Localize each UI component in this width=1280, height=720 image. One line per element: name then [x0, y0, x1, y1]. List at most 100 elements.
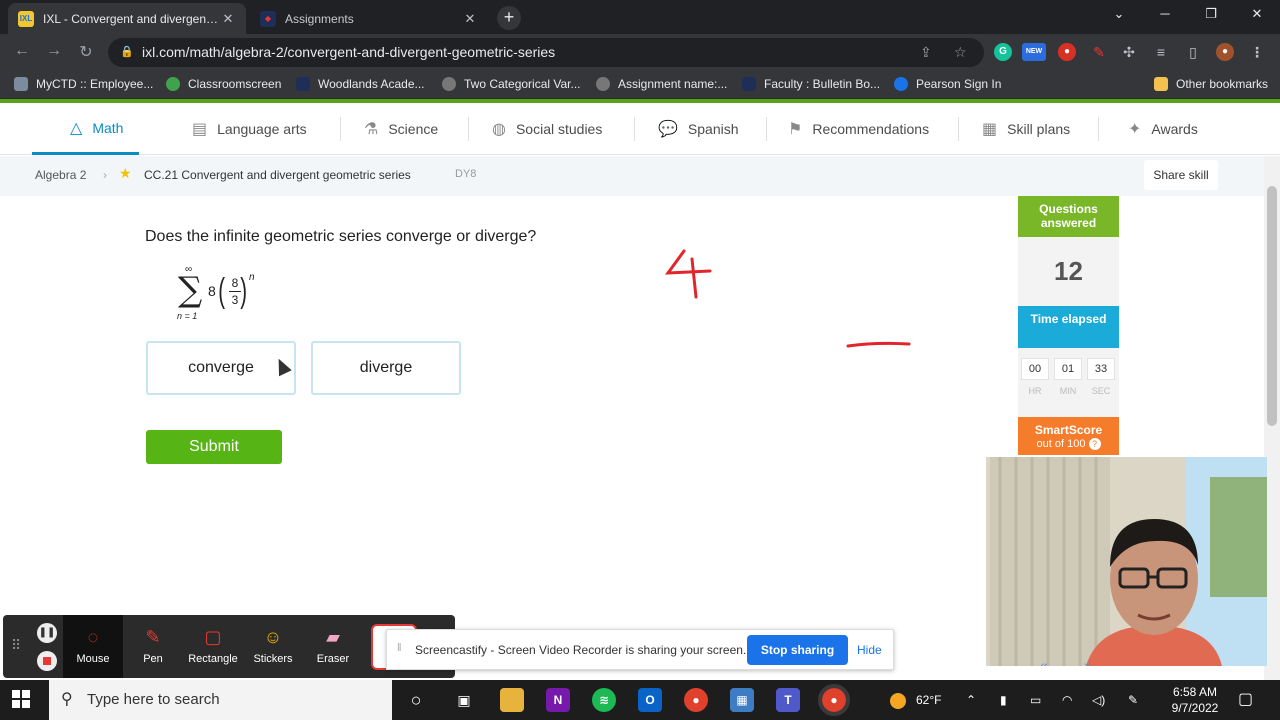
diverge-button[interactable]: diverge: [311, 341, 461, 395]
tab-search-icon[interactable]: ⌄: [1104, 6, 1134, 22]
rectangle-tool[interactable]: ▢ Rectangle: [183, 615, 243, 678]
questions-answered-label: Questions answered: [1018, 196, 1119, 237]
grammarly-icon[interactable]: G: [994, 43, 1012, 61]
bookmark-item[interactable]: MyCTD :: Employee...: [14, 77, 153, 91]
drag-grip-icon[interactable]: ‖: [397, 642, 402, 654]
bookmark-star-icon[interactable]: ☆: [954, 38, 967, 67]
wifi-icon[interactable]: ◠: [1062, 680, 1072, 720]
share-skill-button[interactable]: Share skill: [1144, 160, 1218, 190]
task-view-icon[interactable]: ▣: [452, 688, 476, 712]
puzzle-icon[interactable]: ✣: [1120, 43, 1138, 61]
breadcrumb-course[interactable]: Algebra 2: [35, 168, 86, 182]
tab-awards[interactable]: ✦ Awards: [1128, 103, 1198, 155]
lower-limit: n = 1: [177, 311, 198, 321]
taskbar-clock[interactable]: 6:58 AM 9/7/2022: [1160, 684, 1230, 716]
pen-extension-icon[interactable]: ✎: [1090, 43, 1108, 61]
scrollbar-thumb[interactable]: [1267, 186, 1277, 426]
record-extension-icon[interactable]: ●: [1058, 43, 1076, 61]
fraction-bar: [229, 291, 241, 292]
side-panel-icon[interactable]: ▯: [1184, 43, 1202, 61]
pause-icon[interactable]: ❚❚: [37, 623, 57, 643]
timer-unit-min: MIN: [1059, 386, 1077, 396]
reload-icon[interactable]: ↻: [74, 42, 98, 62]
onenote-icon[interactable]: N: [546, 688, 570, 712]
tab-spanish[interactable]: 💬 Spanish: [658, 103, 739, 155]
microphone-icon[interactable]: ▮: [1000, 680, 1007, 720]
tab-recommendations[interactable]: ⚑ Recommendations: [788, 103, 929, 155]
spotify-icon[interactable]: ≋: [592, 688, 616, 712]
tab-science[interactable]: ⚗ Science: [364, 103, 438, 155]
tab-language-arts[interactable]: ▤ Language arts: [192, 103, 307, 155]
breadcrumb: Algebra 2 › ★ CC.21 Convergent and diver…: [0, 156, 1264, 196]
eraser-tool[interactable]: ▰ Eraser: [303, 615, 363, 678]
tab-social-studies[interactable]: ◍ Social studies: [492, 103, 602, 155]
timer-unit-sec: SEC: [1091, 386, 1111, 396]
close-icon[interactable]: ✕: [462, 11, 478, 27]
back-icon[interactable]: ←: [10, 42, 34, 60]
timer: 00 01 33 HR MIN SEC: [1018, 348, 1119, 417]
stop-recording-button[interactable]: [37, 651, 57, 671]
tab-skill-plans[interactable]: ▦ Skill plans: [982, 103, 1070, 155]
windows-start-icon[interactable]: [12, 690, 32, 710]
chevron-up-icon[interactable]: ⌃: [966, 680, 976, 720]
folder-icon: [1154, 77, 1168, 91]
pen-tool[interactable]: ✎ Pen: [123, 615, 183, 678]
submit-button[interactable]: Submit: [146, 430, 282, 464]
file-explorer-icon[interactable]: [500, 688, 524, 712]
bookmark-favicon-icon: [894, 77, 908, 91]
bookmark-item[interactable]: Classroomscreen: [166, 77, 281, 91]
address-bar[interactable]: 🔒 ixl.com/math/algebra-2/convergent-and-…: [108, 38, 984, 67]
cortana-icon[interactable]: ○: [404, 688, 428, 712]
expand-right-icon[interactable]: »: [1084, 657, 1092, 666]
hide-link[interactable]: Hide: [857, 643, 882, 657]
windows-taskbar: ⚲ Type here to search ○ ▣ N ≋ O ● ▦ T ● …: [0, 680, 1280, 720]
other-bookmarks[interactable]: Other bookmarks: [1154, 77, 1268, 91]
smartscore-header: SmartScore out of 100 ?: [1018, 417, 1119, 455]
webcam-overlay[interactable]: « »: [986, 457, 1267, 666]
reading-list-icon[interactable]: ≡: [1152, 43, 1170, 61]
drag-handle-icon[interactable]: ⠿: [11, 637, 21, 654]
new-extension-icon[interactable]: NEW: [1022, 43, 1046, 61]
notifications-icon[interactable]: ▢: [1238, 680, 1253, 720]
forward-icon[interactable]: →: [42, 42, 66, 60]
help-icon[interactable]: ?: [1088, 438, 1101, 450]
bookmark-favicon-icon: [14, 77, 28, 91]
profile-avatar[interactable]: ●: [1216, 43, 1234, 61]
stickers-tool[interactable]: ☺ Stickers: [243, 615, 303, 678]
stop-sharing-button[interactable]: Stop sharing: [747, 635, 848, 665]
tab-assignments[interactable]: ◆ Assignments ✕: [250, 3, 488, 34]
outlook-icon[interactable]: O: [638, 688, 662, 712]
window-close-button[interactable]: ✕: [1242, 6, 1272, 22]
lock-icon: 🔒: [120, 46, 134, 58]
bookmark-item[interactable]: Assignment name:...: [596, 77, 727, 91]
tab-math[interactable]: △ Math: [32, 103, 139, 155]
new-tab-button[interactable]: +: [497, 6, 521, 30]
calculator-icon[interactable]: ▦: [730, 688, 754, 712]
nav-divider: [340, 117, 341, 141]
chevron-right-icon: ›: [103, 168, 107, 182]
bookmark-item[interactable]: Pearson Sign In: [894, 77, 1001, 91]
minimize-button[interactable]: ─: [1150, 6, 1180, 21]
chrome-active-icon[interactable]: ●: [818, 684, 850, 716]
weather-widget[interactable]: 62°F: [890, 680, 941, 720]
star-icon[interactable]: ★: [119, 165, 132, 182]
question-text: Does the infinite geometric series conve…: [145, 228, 537, 245]
menu-dots-icon[interactable]: ⋮: [1248, 43, 1266, 61]
taskbar-search-box[interactable]: ⚲ Type here to search: [49, 680, 392, 720]
battery-icon[interactable]: ▭: [1030, 680, 1041, 720]
close-icon[interactable]: ✕: [220, 11, 236, 27]
timer-seconds: 33: [1087, 358, 1115, 380]
bookmark-item[interactable]: Faculty : Bulletin Bo...: [742, 77, 880, 91]
converge-button[interactable]: converge: [146, 341, 296, 395]
pen-tray-icon[interactable]: ✎: [1128, 680, 1138, 720]
volume-icon[interactable]: ◁): [1092, 680, 1105, 720]
bookmark-item[interactable]: Two Categorical Var...: [442, 77, 581, 91]
collapse-left-icon[interactable]: «: [1040, 657, 1048, 666]
share-icon[interactable]: ⇪: [920, 38, 932, 67]
teams-icon[interactable]: T: [776, 688, 800, 712]
bookmark-item[interactable]: Woodlands Acade...: [296, 77, 425, 91]
mouse-tool[interactable]: ◌ Mouse: [63, 615, 123, 678]
restore-button[interactable]: ❐: [1196, 6, 1226, 22]
chrome-icon[interactable]: ●: [684, 688, 708, 712]
tab-ixl[interactable]: IXL IXL - Convergent and divergent geome…: [8, 3, 246, 34]
